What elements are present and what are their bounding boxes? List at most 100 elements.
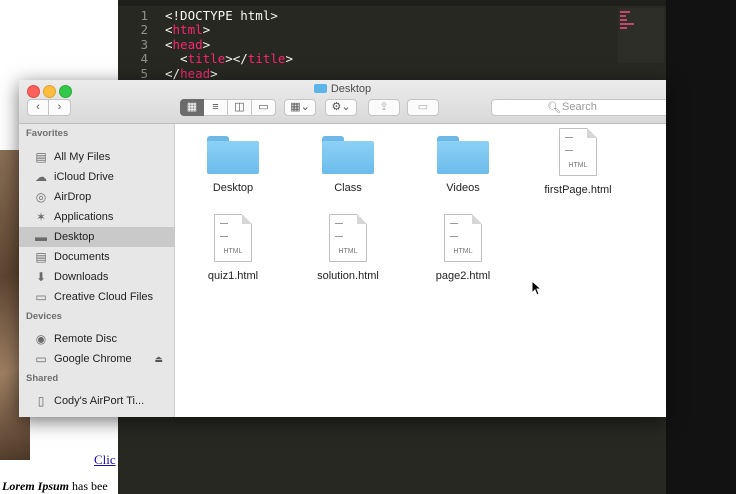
search-input[interactable]: 🔍︎ Search [491, 99, 666, 116]
folder-icon [437, 136, 489, 174]
sidebar-header: Favorites [26, 128, 69, 139]
folder-item[interactable]: Desktop [183, 136, 283, 194]
mouse-cursor-icon [531, 280, 543, 296]
folder-item[interactable]: Class [298, 136, 398, 194]
html-file-icon: HTML [329, 214, 367, 262]
columns-icon: ◫ [234, 101, 245, 113]
line-number: 3 [140, 37, 148, 52]
icon-view-button[interactable]: ▦ [180, 99, 204, 116]
code-line[interactable]: 5 </head> [118, 66, 218, 81]
code-text: > [285, 51, 293, 66]
sidebar-item-label: iCloud Drive [54, 171, 114, 183]
search-placeholder: Search [562, 101, 597, 113]
code-text: <!DOCTYPE html> [165, 8, 278, 23]
chevron-left-icon: ‹ [36, 101, 40, 113]
file-name-label: solution.html [317, 270, 379, 282]
window-title: Desktop [19, 83, 666, 95]
file-type-label: HTML [338, 248, 358, 255]
cover-flow-icon: ▭ [258, 101, 269, 113]
file-item[interactable]: HTML solution.html [298, 214, 398, 282]
file-name-label: Desktop [212, 182, 254, 194]
file-name-label: Videos [446, 182, 480, 194]
code-text: < [165, 22, 173, 37]
code-text: < [165, 37, 173, 52]
cloud-icon: ☁ [35, 170, 47, 184]
documents-icon: ▤ [35, 250, 47, 264]
sidebar-item-icloud-drive[interactable]: ☁ iCloud Drive [19, 167, 175, 187]
finder-content[interactable]: Desktop Class Videos HTML firstPage.html HTML… [175, 124, 666, 417]
sidebar-item-documents[interactable]: ▤ Documents [19, 247, 175, 267]
cover-flow-button[interactable]: ▭ [252, 99, 276, 116]
downloads-icon: ⬇ [35, 270, 47, 284]
applications-icon: ✶ [35, 210, 47, 224]
arrange-grid-icon: ▦⌄ [290, 101, 310, 113]
html-file-icon: HTML [559, 128, 597, 176]
window-title-text: Desktop [330, 83, 372, 95]
disc-icon: ◉ [35, 332, 47, 346]
file-type-label: HTML [453, 248, 473, 255]
action-button[interactable]: ⚙⌄ [325, 99, 357, 116]
line-number: 2 [140, 22, 148, 37]
file-item[interactable]: HTML quiz1.html [183, 214, 283, 282]
code-tag-name: head [172, 37, 203, 52]
sidebar-item-remote-disc[interactable]: ◉ Remote Disc [19, 329, 175, 349]
html-file-icon: HTML [444, 214, 482, 262]
file-item[interactable]: HTML firstPage.html [528, 128, 628, 196]
gear-icon: ⚙⌄ [331, 101, 351, 113]
sidebar-item-google-chrome[interactable]: ▭ Google Chrome ⏏ [19, 349, 175, 369]
airdrop-icon: ◎ [35, 190, 47, 204]
editor-tab-bar [118, 0, 666, 6]
share-icon: ⇪ [379, 101, 389, 113]
tag-button[interactable]: ▭ [407, 99, 439, 116]
finder-window[interactable]: Desktop ‹ › ▦ ≡ ◫ ▭ ▦⌄ ⚙⌄ ⇪ ▭ 🔍︎ Search … [19, 80, 666, 417]
all-files-icon: ▤ [35, 150, 47, 164]
code-tag-name: html [172, 22, 203, 37]
html-file-icon: HTML [214, 214, 252, 262]
forward-button[interactable]: › [49, 99, 71, 116]
sidebar-item-desktop[interactable]: ▬ Desktop [19, 227, 175, 247]
code-text: > [202, 37, 211, 52]
back-button[interactable]: ‹ [27, 99, 49, 116]
eject-icon[interactable]: ⏏ [154, 349, 163, 369]
code-text: > [210, 66, 218, 81]
folder-icon [322, 136, 374, 174]
editor-minimap[interactable] [618, 8, 664, 63]
sidebar-item-label: AirDrop [54, 191, 92, 203]
line-number: 1 [140, 8, 148, 23]
code-text: </ [165, 66, 181, 81]
file-type-label: HTML [568, 162, 588, 169]
sidebar-item-label: Google Chrome [54, 353, 132, 365]
line-number: 4 [140, 51, 148, 66]
arrange-button[interactable]: ▦⌄ [284, 99, 316, 116]
sidebar-item-airdrop[interactable]: ◎ AirDrop [19, 187, 175, 207]
share-button[interactable]: ⇪ [368, 99, 400, 116]
sidebar-item-downloads[interactable]: ⬇ Downloads [19, 267, 175, 287]
column-view-button[interactable]: ◫ [228, 99, 252, 116]
file-name-label: Class [334, 182, 362, 194]
code-line[interactable]: 3 <head> [118, 37, 210, 52]
finder-titlebar[interactable]: Desktop ‹ › ▦ ≡ ◫ ▭ ▦⌄ ⚙⌄ ⇪ ▭ 🔍︎ Search [19, 80, 666, 124]
folder-icon [207, 136, 259, 174]
sidebar-item-applications[interactable]: ✶ Applications [19, 207, 175, 227]
file-item[interactable]: HTML page2.html [413, 214, 513, 282]
code-line[interactable]: 4 <title></title> [118, 51, 293, 66]
chevron-right-icon: › [57, 101, 62, 113]
code-tag-name: head [180, 66, 211, 81]
browser-link[interactable]: Clic [94, 452, 116, 468]
sidebar-header: Devices [26, 311, 62, 322]
file-name-label: firstPage.html [544, 184, 612, 196]
sidebar-item-creative-cloud-files[interactable]: ▭ Creative Cloud Files [19, 287, 175, 307]
list-view-button[interactable]: ≡ [204, 99, 228, 116]
sidebar-item-cody-s-airport-ti[interactable]: ▯ Cody's AirPort Ti... [19, 391, 175, 411]
folder-item[interactable]: Videos [413, 136, 513, 194]
code-line[interactable]: 2 <html> [118, 22, 210, 37]
sidebar-item-label: Documents [54, 251, 110, 263]
sidebar-item-all-my-files[interactable]: ▤ All My Files [19, 147, 175, 167]
code-tag-name: title [247, 51, 286, 66]
code-tag-name: title [187, 51, 226, 66]
list-icon: ≡ [212, 101, 219, 113]
sidebar-header: Shared [26, 373, 59, 384]
code-line[interactable]: 1 <!DOCTYPE html> [118, 8, 278, 23]
folder-icon [313, 84, 327, 93]
folder-icon: ▭ [35, 290, 47, 304]
